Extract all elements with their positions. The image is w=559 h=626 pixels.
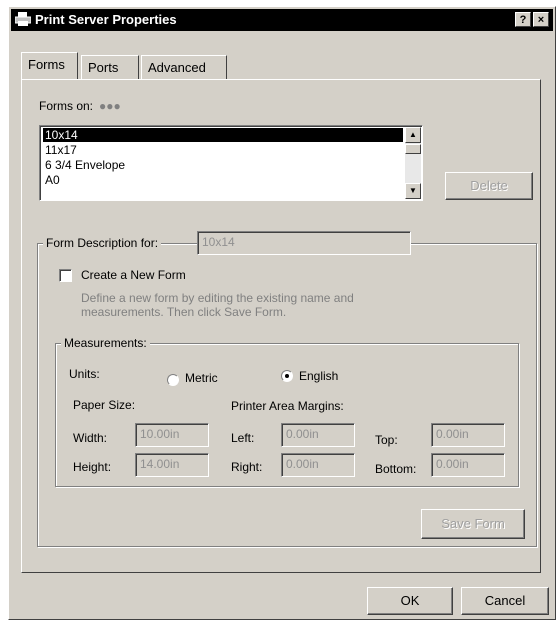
left-margin-field[interactable]: 0.00in (281, 423, 355, 447)
delete-button-label: Delete (470, 178, 508, 193)
bottom-margin-field[interactable]: 0.00in (431, 453, 505, 477)
top-margin-label: Top: (375, 433, 398, 447)
cancel-button[interactable]: Cancel (461, 587, 549, 615)
units-label: Units: (69, 367, 100, 381)
bottom-margin-label: Bottom: (375, 462, 417, 476)
english-radio[interactable] (281, 370, 293, 382)
scroll-thumb[interactable] (405, 144, 421, 154)
width-label: Width: (73, 431, 108, 445)
metric-radio-label: Metric (185, 371, 218, 385)
forms-listbox[interactable]: 10x14 11x17 6 3/4 Envelope A0 ▲ ▼ (39, 125, 423, 201)
window-title: Print Server Properties (35, 12, 177, 27)
cancel-button-label: Cancel (484, 593, 526, 608)
list-item[interactable]: A0 (43, 173, 403, 187)
ok-button-label: OK (400, 593, 420, 608)
metric-radio[interactable] (167, 374, 179, 386)
create-hint-line-1: Define a new form by editing the existin… (81, 291, 354, 305)
listbox-scrollbar[interactable]: ▲ ▼ (405, 127, 421, 199)
delete-button[interactable]: Delete (445, 172, 533, 200)
measurements-title: Measurements: (61, 336, 150, 350)
close-button[interactable]: × (533, 12, 549, 27)
english-radio-label: English (299, 369, 339, 383)
right-margin-label: Right: (231, 460, 263, 474)
ok-button[interactable]: OK (367, 587, 453, 615)
tab-forms-label: Forms (28, 57, 65, 72)
create-hint-line-2: measurements. Then click Save Form. (81, 305, 287, 319)
scroll-up-arrow-icon[interactable]: ▲ (405, 127, 421, 143)
tab-advanced[interactable]: Advanced (141, 55, 227, 79)
create-new-form-checkbox[interactable] (59, 269, 72, 282)
width-field[interactable]: 10.00in (135, 423, 209, 447)
list-item[interactable]: 6 3/4 Envelope (43, 158, 403, 172)
tab-forms[interactable]: Forms (21, 52, 78, 79)
tab-advanced-label: Advanced (148, 60, 206, 75)
left-margin-label: Left: (231, 431, 255, 445)
tab-ports-label: Ports (88, 60, 119, 75)
right-margin-field[interactable]: 0.00in (281, 453, 355, 477)
save-form-button-label: Save Form (441, 516, 505, 531)
printer-icon (14, 12, 32, 29)
create-new-form-label: Create a New Form (81, 268, 186, 282)
height-field[interactable]: 14.00in (135, 453, 209, 477)
scroll-down-arrow-icon[interactable]: ▼ (405, 183, 421, 199)
printer-area-margins-label: Printer Area Margins: (231, 399, 344, 413)
forms-on-server-name: ●●● (99, 99, 121, 113)
tab-ports[interactable]: Ports (81, 55, 139, 79)
list-item[interactable]: 11x17 (43, 143, 403, 157)
help-button[interactable]: ? (515, 12, 531, 27)
forms-on-label: Forms on: (39, 99, 94, 113)
radio-selected-dot-icon (285, 374, 289, 378)
save-form-button[interactable]: Save Form (421, 509, 525, 539)
height-label: Height: (73, 460, 112, 474)
form-description-field[interactable]: 10x14 (197, 231, 411, 255)
paper-size-label: Paper Size: (73, 398, 136, 412)
top-margin-field[interactable]: 0.00in (431, 423, 505, 447)
form-description-label: Form Description for: (43, 236, 162, 250)
list-item[interactable]: 10x14 (43, 128, 403, 142)
title-bar[interactable]: Print Server Properties ? × (11, 9, 553, 31)
print-server-properties-window: Print Server Properties ? × Forms Ports … (8, 6, 556, 620)
